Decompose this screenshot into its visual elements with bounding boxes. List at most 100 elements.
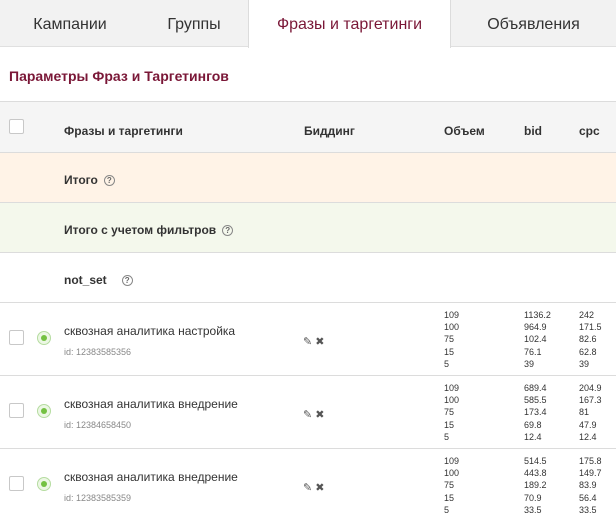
cpc-value: 175.8: [579, 456, 602, 466]
bid-value: 585.5: [524, 395, 547, 406]
volume-values: 109 100 75 15 5: [444, 382, 459, 443]
help-icon[interactable]: ?: [103, 175, 115, 186]
not-set-label: not_set?: [64, 273, 133, 287]
tab-bar: Кампании Группы Фразы и таргетинги Объяв…: [0, 0, 616, 48]
volume-value: 109: [444, 456, 460, 466]
phrase-text[interactable]: сквозная аналитика настройка: [64, 324, 235, 338]
volume-value: 75: [444, 334, 455, 345]
bid-value: 964.9: [524, 322, 547, 333]
bid-values: 1136.2 964.9 102.4 76.1 39: [524, 309, 551, 370]
bid-value: 173.4: [524, 407, 547, 418]
bid-value: 70.9: [524, 492, 542, 503]
cpc-value: 56.4: [579, 492, 597, 503]
volume-value: 75: [444, 480, 455, 491]
phrase-id: id: 12384658450: [64, 420, 132, 430]
column-header-bidding[interactable]: Биддинг: [304, 124, 355, 138]
table-header: Фразы и таргетинги Биддинг Объем bid cpc: [0, 101, 616, 152]
cpc-value: 149.7: [579, 468, 602, 479]
bid-value: 76.1: [524, 346, 542, 357]
bid-value: 69.8: [524, 419, 542, 430]
tab-campaigns[interactable]: Кампании: [0, 0, 140, 47]
bid-value: 39: [524, 358, 535, 369]
close-icon[interactable]: ✖: [315, 409, 324, 421]
cpc-value: 242: [579, 310, 595, 320]
pencil-icon[interactable]: ✎: [303, 336, 312, 348]
row-checkbox[interactable]: [9, 403, 24, 418]
bid-value: 443.8: [524, 468, 547, 479]
volume-value: 5: [444, 504, 450, 515]
volume-value: 15: [444, 419, 455, 430]
total-row: Итого?: [0, 152, 616, 202]
table-row: сквозная аналитика настройка id: 1238358…: [0, 302, 616, 375]
tab-groups[interactable]: Группы: [140, 0, 248, 47]
column-header-volume[interactable]: Объем: [444, 124, 485, 138]
bid-value: 12.4: [524, 431, 542, 442]
cpc-value: 47.9: [579, 419, 597, 430]
not-set-label-text: not_set: [64, 273, 107, 287]
filtered-total-row: Итого с учетом фильтров?: [0, 202, 616, 252]
cpc-values: 242 171.5 82.6 62.8 39: [579, 309, 602, 370]
pencil-icon[interactable]: ✎: [303, 409, 312, 421]
bid-value: 1136.2: [524, 310, 551, 320]
bid-value: 689.4: [524, 383, 547, 393]
phrase-text[interactable]: сквозная аналитика внедрение: [64, 397, 238, 411]
page-title: Параметры Фраз и Таргетингов: [9, 68, 229, 84]
volume-value: 100: [444, 395, 460, 406]
bid-value: 33.5: [524, 504, 542, 515]
phrase-id: id: 12383585359: [64, 493, 132, 503]
cpc-values: 204.9 167.3 81 47.9 12.4: [579, 382, 602, 443]
volume-value: 109: [444, 383, 460, 393]
phrase-id: id: 12383585356: [64, 347, 132, 357]
cpc-value: 167.3: [579, 395, 602, 406]
volume-value: 100: [444, 468, 460, 479]
close-icon[interactable]: ✖: [315, 336, 324, 348]
bid-values: 689.4 585.5 173.4 69.8 12.4: [524, 382, 547, 443]
phrase-text[interactable]: сквозная аналитика внедрение: [64, 470, 238, 484]
total-label: Итого?: [64, 173, 115, 187]
tab-phrases-targeting[interactable]: Фразы и таргетинги: [248, 0, 451, 48]
status-active-icon[interactable]: [37, 404, 51, 418]
cpc-value: 171.5: [579, 322, 602, 333]
row-checkbox[interactable]: [9, 330, 24, 345]
volume-value: 100: [444, 322, 460, 333]
bid-value: 189.2: [524, 480, 547, 491]
table-row: сквозная аналитика внедрение id: 1238465…: [0, 375, 616, 448]
volume-value: 5: [444, 431, 450, 442]
cpc-value: 82.6: [579, 334, 597, 345]
pencil-icon[interactable]: ✎: [303, 482, 312, 494]
column-header-phrases[interactable]: Фразы и таргетинги: [64, 124, 183, 138]
row-actions: ✎ ✖: [303, 408, 327, 421]
cpc-value: 12.4: [579, 431, 597, 442]
table-row: сквозная аналитика внедрение id: 1238358…: [0, 448, 616, 519]
total-label-text: Итого: [64, 173, 98, 187]
row-checkbox[interactable]: [9, 476, 24, 491]
status-active-icon[interactable]: [37, 331, 51, 345]
bid-value: 102.4: [524, 334, 547, 345]
cpc-values: 175.8 149.7 83.9 56.4 33.5: [579, 455, 602, 516]
help-icon[interactable]: ?: [121, 275, 133, 286]
status-active-icon[interactable]: [37, 477, 51, 491]
volume-value: 15: [444, 346, 455, 357]
volume-values: 109 100 75 15 5: [444, 309, 459, 370]
cpc-value: 81: [579, 407, 590, 418]
column-header-cpc[interactable]: cpc: [579, 124, 600, 138]
close-icon[interactable]: ✖: [315, 482, 324, 494]
cpc-value: 33.5: [579, 504, 597, 515]
volume-value: 15: [444, 492, 455, 503]
cpc-value: 39: [579, 358, 590, 369]
volume-value: 75: [444, 407, 455, 418]
cpc-value: 204.9: [579, 383, 602, 393]
row-actions: ✎ ✖: [303, 481, 327, 494]
filtered-total-label-text: Итого с учетом фильтров: [64, 223, 217, 237]
select-all-checkbox[interactable]: [9, 119, 24, 134]
volume-value: 5: [444, 358, 450, 369]
column-header-bid[interactable]: bid: [524, 124, 542, 138]
help-icon[interactable]: ?: [222, 225, 234, 236]
cpc-value: 62.8: [579, 346, 597, 357]
tab-ads[interactable]: Объявления: [451, 0, 616, 47]
bid-value: 514.5: [524, 456, 547, 466]
row-actions: ✎ ✖: [303, 335, 327, 348]
filtered-total-label: Итого с учетом фильтров?: [64, 223, 234, 237]
cpc-value: 83.9: [579, 480, 597, 491]
volume-values: 109 100 75 15 5: [444, 455, 459, 516]
